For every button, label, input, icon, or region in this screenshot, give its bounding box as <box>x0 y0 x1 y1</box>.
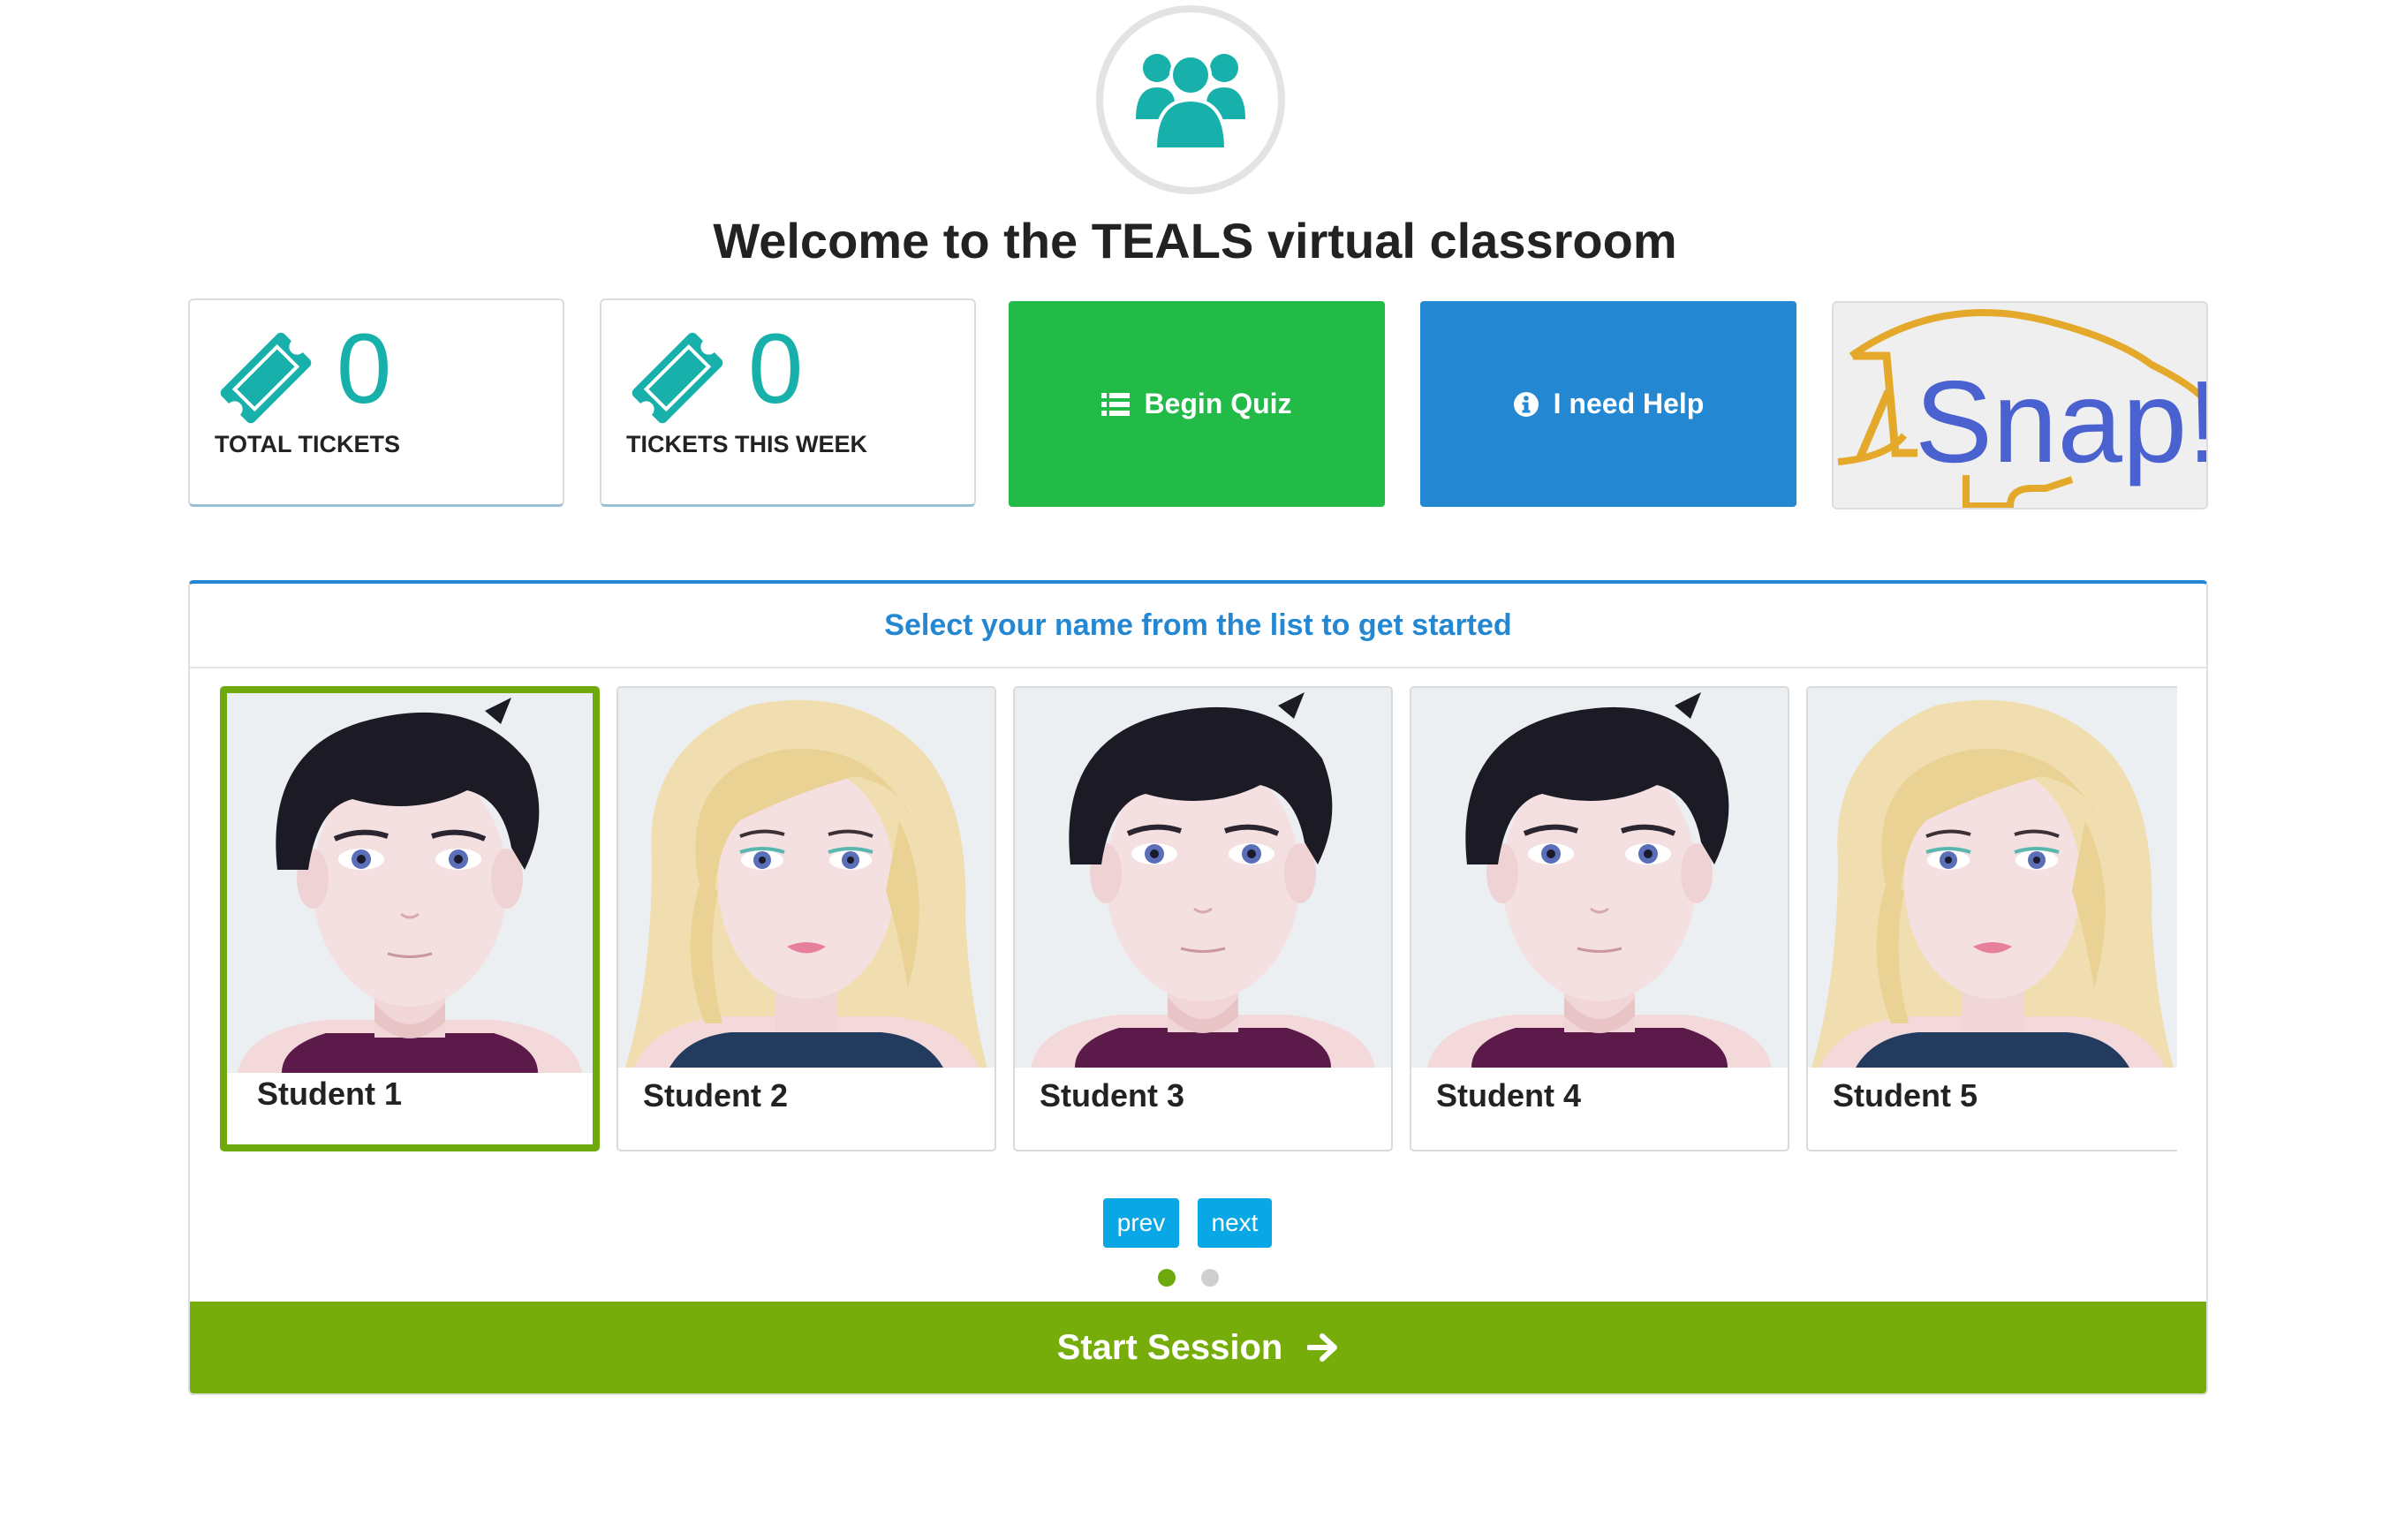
student-name: Student 2 <box>643 1077 789 1113</box>
list-icon <box>1101 392 1131 416</box>
ticket-icon <box>220 332 312 424</box>
student-card[interactable]: Student 5 <box>1806 686 2177 1151</box>
boy-avatar <box>1015 688 1391 1068</box>
ticket-icon <box>632 332 723 424</box>
girl-avatar <box>618 688 995 1068</box>
classroom-logo <box>1096 5 1285 194</box>
boy-avatar <box>1411 688 1788 1068</box>
week-tickets-label: TICKETS THIS WEEK <box>626 431 868 457</box>
start-session-label: Start Session <box>1056 1327 1283 1367</box>
next-button[interactable]: next <box>1198 1198 1272 1248</box>
need-help-label: I need Help <box>1553 388 1705 419</box>
begin-quiz-label: Begin Quiz <box>1144 388 1292 419</box>
student-card[interactable]: Student 4 <box>1410 686 1789 1151</box>
panel-heading: Select your name from the list to get st… <box>190 584 2206 668</box>
info-circle-icon <box>1513 391 1539 417</box>
begin-quiz-button[interactable]: Begin Quiz <box>1009 301 1385 507</box>
prev-button[interactable]: prev <box>1103 1198 1179 1248</box>
page-title: Welcome to the TEALS virtual classroom <box>713 213 1677 268</box>
arrow-right-icon <box>1307 1333 1338 1362</box>
snap-logo-text: Snap! <box>1915 357 2208 487</box>
student-name: Student 4 <box>1436 1077 1582 1113</box>
student-name: Student 5 <box>1833 1077 1978 1113</box>
student-card[interactable]: Student 2 <box>616 686 996 1151</box>
week-tickets-card: 0 TICKETS THIS WEEK <box>600 298 976 507</box>
student-select-panel: Select your name from the list to get st… <box>188 580 2208 1395</box>
users-group-icon <box>1136 54 1245 149</box>
page-dot-active[interactable] <box>1158 1269 1176 1287</box>
total-tickets-card: 0 TOTAL TICKETS <box>188 298 564 507</box>
boy-avatar <box>227 693 593 1073</box>
student-card[interactable]: Student 3 <box>1013 686 1393 1151</box>
page-dot[interactable] <box>1201 1269 1219 1287</box>
start-session-button[interactable]: Start Session <box>190 1302 2206 1393</box>
total-tickets-value: 0 <box>337 313 392 424</box>
snap-logo: Snap! <box>1837 309 2208 508</box>
girl-avatar <box>1808 688 2177 1068</box>
snap-link[interactable]: Snap! <box>1832 301 2208 510</box>
week-tickets-value: 0 <box>748 313 804 424</box>
student-name: Student 1 <box>257 1076 403 1112</box>
total-tickets-label: TOTAL TICKETS <box>215 431 401 457</box>
need-help-button[interactable]: I need Help <box>1420 301 1796 507</box>
student-card[interactable]: Student 1 <box>220 686 600 1151</box>
student-name: Student 3 <box>1040 1077 1185 1113</box>
